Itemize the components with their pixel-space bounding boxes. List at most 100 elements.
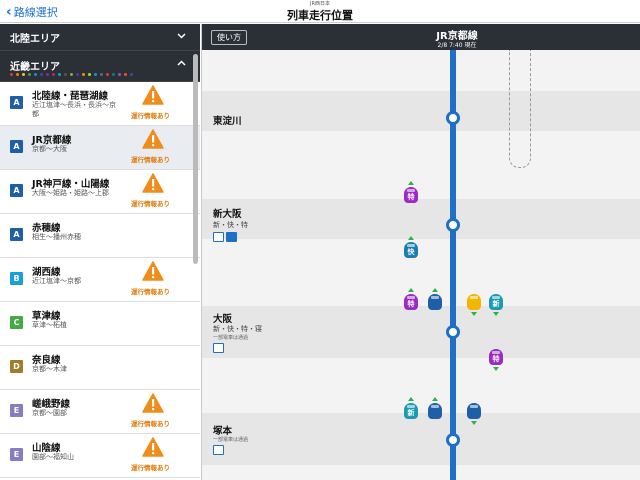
line-symbol: E (10, 404, 23, 417)
direction-down-icon (471, 312, 477, 316)
line-symbol: B (10, 272, 23, 285)
line-symbol: A (10, 184, 23, 197)
line-name: 草津線 (32, 311, 61, 322)
line-symbol: A (10, 140, 23, 153)
area-header-kinki[interactable]: 近畿エリア (0, 51, 200, 82)
train-marker[interactable]: 特 (404, 294, 418, 310)
service-info-label: 運行情報あり (131, 156, 170, 164)
line-item[interactable]: E 嵯峨野線 京都～園部運行情報あり (0, 390, 200, 434)
line-color-dot (112, 73, 115, 76)
line-sidebar: 北陸エリア 近畿エリア A 北陸線・琵琶湖線 近江塩津～長浜・長浜～京都運行情報あり… (0, 24, 200, 480)
line-color-dot (40, 73, 43, 76)
direction-down-icon (493, 367, 499, 371)
service-info-label: 運行情報あり (131, 420, 170, 428)
line-color-dot (118, 73, 121, 76)
warning-icon (142, 129, 164, 149)
direction-down-icon (471, 421, 477, 425)
line-color-dot (124, 73, 127, 76)
line-item[interactable]: D 奈良線 京都～木津 (0, 346, 200, 390)
station-row-bg (202, 306, 640, 358)
service-info-label: 運行情報あり (131, 464, 170, 472)
direction-up-icon (408, 397, 414, 401)
line-section: 京都～大阪 (32, 145, 67, 153)
help-button[interactable]: 使い方 (211, 30, 247, 45)
line-color-dot (22, 73, 25, 76)
train-marker[interactable]: 新 (404, 403, 418, 419)
warning-icon (142, 173, 164, 193)
station-row-bg (202, 413, 640, 465)
station-marker[interactable] (446, 111, 460, 125)
line-symbol: A (10, 96, 23, 109)
line-item[interactable]: A 赤穂線 相生～播州赤穂 (0, 214, 200, 258)
line-section: 園部～福知山 (32, 453, 74, 461)
line-color-dot (76, 73, 79, 76)
line-color-dot (70, 73, 73, 76)
station-marker[interactable] (446, 433, 460, 447)
train-marker[interactable]: 特 (489, 349, 503, 365)
line-name: 奈良線 (32, 355, 61, 366)
line-name: JR神戸線・山陽線 (32, 179, 110, 190)
top-bar: ‹ 路線選択 JR西日本 列車走行位置 (0, 0, 640, 23)
line-item[interactable]: B 湖西線 近江塩津～京都 運行情報あり (0, 258, 200, 302)
line-item[interactable]: A JR京都線 京都～大阪運行情報あり (0, 126, 200, 170)
line-color-dot (94, 73, 97, 76)
warning-icon (142, 261, 164, 281)
line-item[interactable]: C 草津線 草津～柘植 (0, 302, 200, 346)
update-time: 2/8 7:40 現在 (437, 42, 477, 49)
line-item[interactable]: A 北陸線・琵琶湖線 近江塩津～長浜・長浜～京都運行情報あり (0, 82, 200, 126)
train-icon (213, 445, 224, 455)
station-stops: 新・快・特・寝 (213, 325, 262, 333)
service-info-label: 運行情報あり (131, 112, 170, 120)
area-header-hokuriku[interactable]: 北陸エリア (0, 24, 200, 51)
station-name[interactable]: 塚本 (213, 423, 232, 437)
line-section: 相生～播州赤穂 (32, 233, 81, 241)
train-marker[interactable] (467, 403, 481, 419)
line-item[interactable]: E 山陰線 園部～福知山 運行情報あり (0, 434, 200, 478)
sidebar-scrollbar[interactable] (193, 54, 198, 264)
train-marker[interactable]: 特 (404, 187, 418, 203)
station-marker[interactable] (446, 325, 460, 339)
line-list: A 北陸線・琵琶湖線 近江塩津～長浜・長浜～京都 運行情報あり A JR京都線 京都～大阪運… (0, 82, 200, 478)
train-type-label: 新 (492, 300, 500, 308)
line-section: 近江塩津～長浜・長浜～京都 (32, 101, 116, 118)
direction-up-icon (408, 181, 414, 185)
train-marker[interactable] (428, 403, 442, 419)
line-item[interactable]: A JR神戸線・山陽線 大阪～姫路・姫路～上郡 運行情報あり (0, 170, 200, 214)
train-marker[interactable] (467, 294, 481, 310)
train-marker[interactable]: 快 (404, 242, 418, 258)
line-color-dot (88, 73, 91, 76)
train-type-label: 新 (407, 409, 415, 417)
station-marker[interactable] (446, 218, 460, 232)
direction-up-icon (408, 236, 414, 240)
train-type-label: 特 (492, 355, 500, 363)
chevron-down-icon (177, 31, 186, 42)
train-icon (213, 232, 224, 242)
line-section: 京都～園部 (32, 409, 67, 417)
train-type-label: 特 (407, 193, 415, 201)
line-symbol: A (10, 228, 23, 241)
line-name: 赤穂線 (32, 223, 61, 234)
line-color-dot (16, 73, 19, 76)
service-info-label: 運行情報あり (131, 288, 170, 296)
area-label: 近畿エリア (10, 62, 60, 73)
line-symbol: E (10, 448, 23, 461)
line-section: 草津～柘植 (32, 321, 67, 329)
station-note: 一部電車は通過 (213, 335, 249, 341)
direction-up-icon (432, 397, 438, 401)
line-symbol: D (10, 360, 23, 373)
line-name: JR京都線 (32, 135, 72, 146)
station-row-bg (202, 91, 640, 131)
station-note: 一部電車は通過 (213, 437, 249, 443)
line-name: 嵯峨野線 (32, 399, 71, 410)
warning-icon (142, 85, 164, 105)
train-marker[interactable] (428, 294, 442, 310)
line-color-dot (52, 73, 55, 76)
station-name[interactable]: 大阪 (213, 311, 232, 325)
line-symbol: C (10, 316, 23, 329)
station-name[interactable]: 東淀川 (213, 113, 242, 127)
service-info-label: 運行情報あり (131, 200, 170, 208)
line-name: 北陸線・琵琶湖線 (32, 91, 109, 102)
train-marker[interactable]: 新 (489, 294, 503, 310)
line-color-dot (130, 73, 133, 76)
station-name[interactable]: 新大阪 (213, 206, 242, 220)
